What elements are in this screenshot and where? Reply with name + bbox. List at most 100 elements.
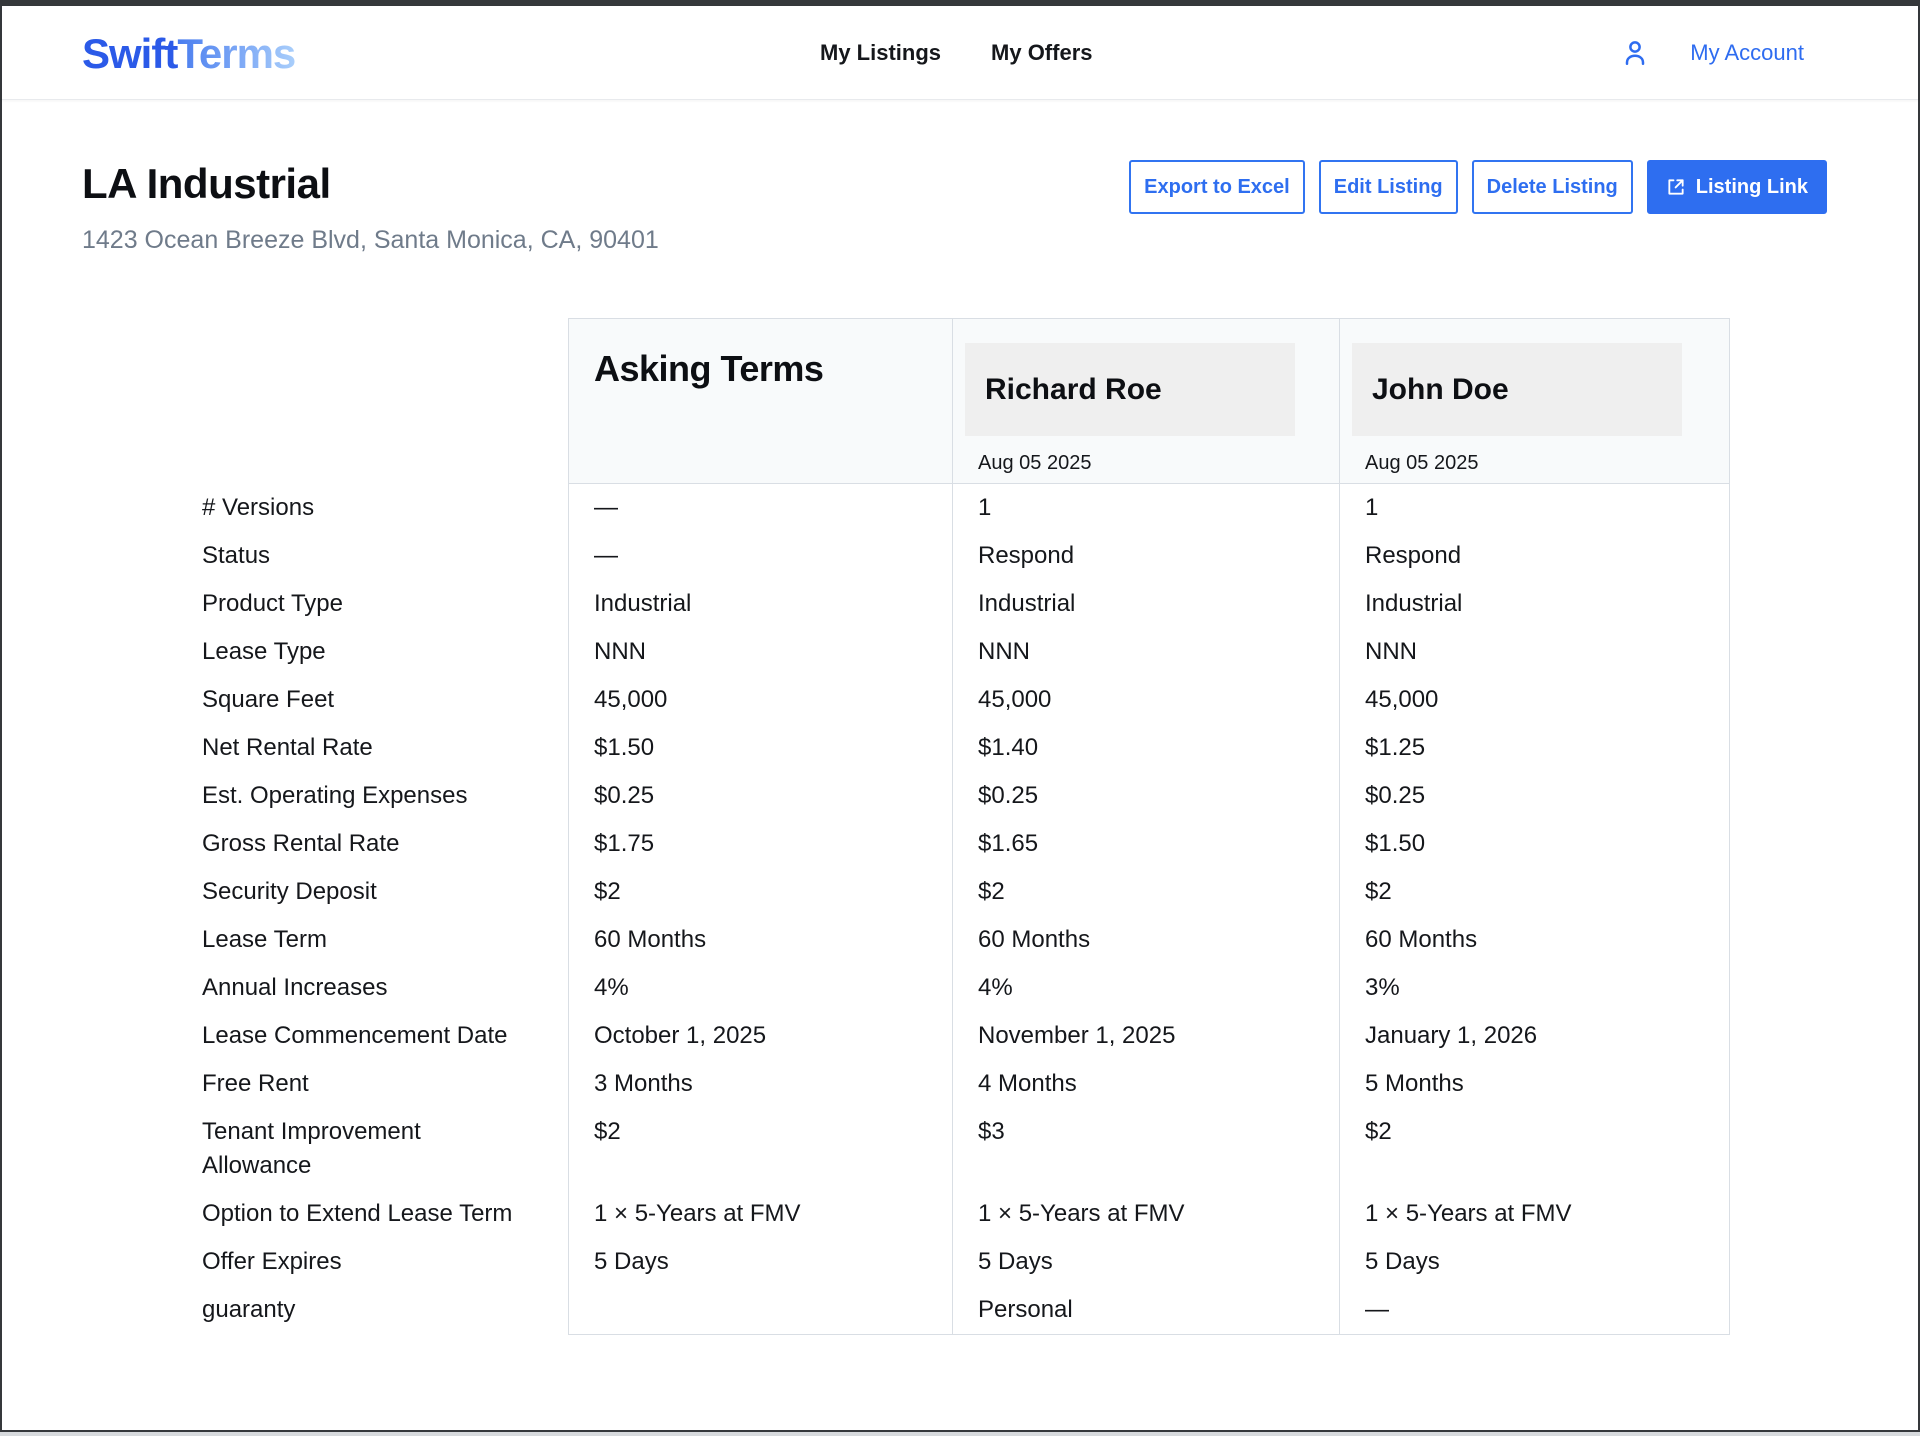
row-label: Net Rental Rate [202,724,568,772]
offer-cell: $1.65 [952,820,1339,868]
offer-cell: $1.50 [1339,820,1730,868]
listing-address: 1423 Ocean Breeze Blvd, Santa Monica, CA… [82,226,659,255]
asking-cell: $2 [568,1108,952,1190]
listing-actions: Export to Excel Edit Listing Delete List… [1129,160,1827,214]
window-frame-bottom [0,1432,1920,1436]
offer-cell: 45,000 [952,676,1339,724]
external-link-icon [1666,177,1686,197]
asking-cell: 45,000 [568,676,952,724]
row-label: Square Feet [202,676,568,724]
comparison-table: Asking Terms Richard Roe Aug 05 2025 Joh… [202,318,1827,1335]
asking-cell: 3 Months [568,1060,952,1108]
offer-cell: 3% [1339,964,1730,1012]
asking-cell: — [568,532,952,580]
header-spacer [202,318,568,484]
main-nav: My Listings My Offers [820,6,1093,100]
offer-cell: Respond [1339,532,1730,580]
offer-cell: 60 Months [1339,916,1730,964]
asking-terms-header: Asking Terms [568,318,952,484]
brand-logo[interactable]: SwiftTerms [82,30,295,78]
brand-logo-part1: Swift [82,30,177,77]
offer-cell: $2 [952,868,1339,916]
app-window: SwiftTerms My Listings My Offers My Acco… [0,0,1920,1432]
asking-cell: NNN [568,628,952,676]
offer-cell: 5 Days [952,1238,1339,1286]
offer-cell: 4 Months [952,1060,1339,1108]
row-label: Annual Increases [202,964,568,1012]
nav-my-offers[interactable]: My Offers [991,40,1092,66]
listing-heading: LA Industrial 1423 Ocean Breeze Blvd, Sa… [82,160,659,255]
row-label: Status [202,532,568,580]
offer-cell: 4% [952,964,1339,1012]
offer-cell: Industrial [1339,580,1730,628]
asking-cell: October 1, 2025 [568,1012,952,1060]
offer-cell: 5 Days [1339,1238,1730,1286]
brand-logo-part2: Terms [177,30,295,77]
listing-link-label: Listing Link [1696,176,1808,199]
offer-date: Aug 05 2025 [978,446,1339,480]
asking-cell: 1 × 5-Years at FMV [568,1190,952,1238]
top-header: SwiftTerms My Listings My Offers My Acco… [2,6,1918,100]
offer-cell: 1 [1339,484,1730,532]
row-label: Tenant Improvement Allowance [202,1108,568,1190]
row-label: Offer Expires [202,1238,568,1286]
offer-name[interactable]: Richard Roe [965,343,1295,436]
title-row: LA Industrial 1423 Ocean Breeze Blvd, Sa… [82,160,1827,255]
my-account-link[interactable]: My Account [1690,40,1804,66]
row-label: Security Deposit [202,868,568,916]
offer-name[interactable]: John Doe [1352,343,1682,436]
offer-cell: 5 Months [1339,1060,1730,1108]
row-label: # Versions [202,484,568,532]
edit-listing-button[interactable]: Edit Listing [1319,160,1458,214]
row-label: Product Type [202,580,568,628]
export-to-excel-button[interactable]: Export to Excel [1129,160,1305,214]
listing-link-button[interactable]: Listing Link [1647,160,1827,214]
main-content: LA Industrial 1423 Ocean Breeze Blvd, Sa… [2,160,1918,1335]
offer-cell: $1.40 [952,724,1339,772]
row-label: Lease Term [202,916,568,964]
offer-cell: $0.25 [952,772,1339,820]
offer-cell: $2 [1339,868,1730,916]
offer-cell: 45,000 [1339,676,1730,724]
page-title: LA Industrial [82,160,659,208]
row-label: guaranty [202,1286,568,1335]
asking-cell: — [568,484,952,532]
row-label: Est. Operating Expenses [202,772,568,820]
offer-cell: November 1, 2025 [952,1012,1339,1060]
asking-cell: Industrial [568,580,952,628]
offer-cell: 1 × 5-Years at FMV [952,1190,1339,1238]
row-label: Option to Extend Lease Term [202,1190,568,1238]
offer-column-header: John Doe Aug 05 2025 [1339,318,1730,484]
asking-cell: 60 Months [568,916,952,964]
row-label: Gross Rental Rate [202,820,568,868]
offer-column-header: Richard Roe Aug 05 2025 [952,318,1339,484]
offer-cell: Industrial [952,580,1339,628]
asking-cell: $2 [568,868,952,916]
account-area: My Account [1620,6,1804,100]
offer-cell: $3 [952,1108,1339,1190]
asking-cell: $0.25 [568,772,952,820]
offer-cell: $1.25 [1339,724,1730,772]
row-label: Lease Commencement Date [202,1012,568,1060]
row-label: Free Rent [202,1060,568,1108]
offer-cell: NNN [1339,628,1730,676]
delete-listing-button[interactable]: Delete Listing [1472,160,1633,214]
row-label: Lease Type [202,628,568,676]
offer-cell: 60 Months [952,916,1339,964]
nav-my-listings[interactable]: My Listings [820,40,941,66]
asking-cell: 5 Days [568,1238,952,1286]
offer-cell: — [1339,1286,1730,1335]
offer-cell: 1 × 5-Years at FMV [1339,1190,1730,1238]
offer-cell: Personal [952,1286,1339,1335]
offer-cell: $2 [1339,1108,1730,1190]
asking-cell: $1.75 [568,820,952,868]
offer-cell: NNN [952,628,1339,676]
asking-cell: 4% [568,964,952,1012]
asking-cell [568,1286,952,1335]
offer-cell: $0.25 [1339,772,1730,820]
offer-cell: 1 [952,484,1339,532]
offer-cell: January 1, 2026 [1339,1012,1730,1060]
offer-date: Aug 05 2025 [1365,446,1729,480]
person-icon[interactable] [1620,38,1650,68]
asking-cell: $1.50 [568,724,952,772]
